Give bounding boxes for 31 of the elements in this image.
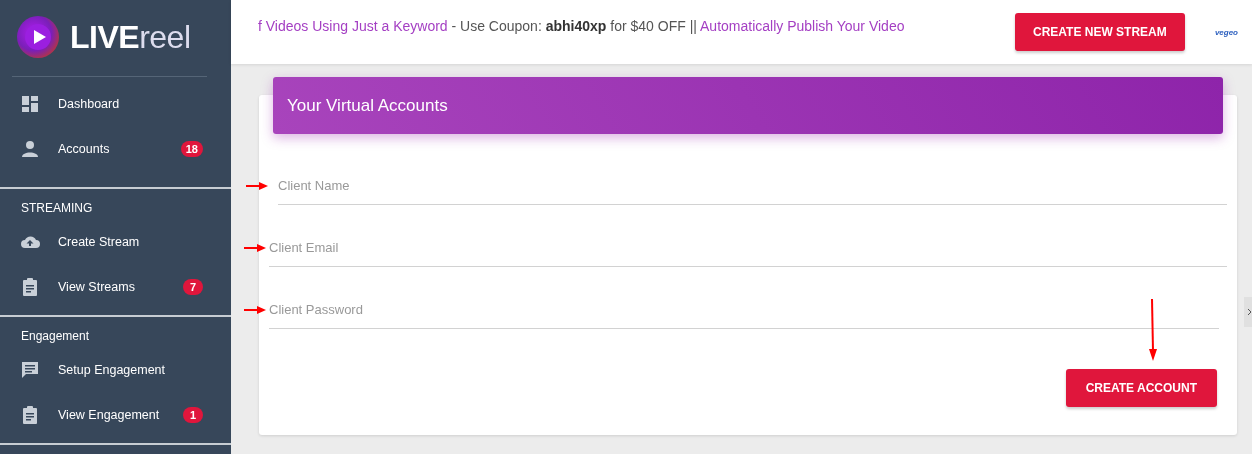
logo-text: LIVEreel — [70, 18, 191, 56]
count-badge: 7 — [183, 278, 203, 295]
nav-item[interactable]: Accounts 18 — [0, 126, 231, 171]
create-new-stream-button[interactable]: CREATE NEW STREAM — [1014, 13, 1185, 51]
card-title: Your Virtual Accounts — [287, 95, 448, 116]
chat-icon — [20, 359, 40, 380]
promo-ticker: f Videos Using Just a Keyword - Use Coupon: abhi40xp for $40 OFF || Automatically Publish Your Video — [258, 18, 906, 34]
nav-item[interactable]: Dashboard — [0, 81, 231, 126]
annotation-arrow-icon — [1149, 299, 1157, 361]
clipboard-icon — [20, 276, 40, 297]
text-field[interactable]: Client Password — [269, 290, 1219, 329]
annotation-arrow-icon — [244, 306, 266, 314]
dashboard-icon — [20, 93, 40, 114]
nav-item[interactable]: View Streams 7 — [0, 264, 231, 309]
count-badge: 1 — [183, 406, 203, 423]
nav-item[interactable]: View Engagement 1 — [0, 392, 231, 437]
text-field[interactable]: Client Email — [269, 228, 1227, 267]
annotation-arrow-icon — [244, 244, 266, 252]
nav-item[interactable]: Create Stream — [0, 219, 231, 264]
count-badge: 18 — [180, 140, 203, 157]
annotation-arrow-icon — [246, 182, 268, 190]
nav-item[interactable]: Setup Engagement — [0, 347, 231, 392]
brand-logo: vegeo — [1214, 27, 1238, 37]
section-header: Engagement — [20, 328, 91, 345]
chevron-right-icon[interactable] — [1244, 297, 1252, 327]
person-icon — [20, 138, 40, 159]
text-field[interactable]: Client Name — [278, 166, 1227, 205]
section-header: STREAMING — [20, 200, 94, 217]
play-logo-icon — [16, 15, 60, 59]
clipboard-icon — [20, 404, 40, 425]
create-account-button[interactable]: CREATE ACCOUNT — [1065, 369, 1217, 407]
